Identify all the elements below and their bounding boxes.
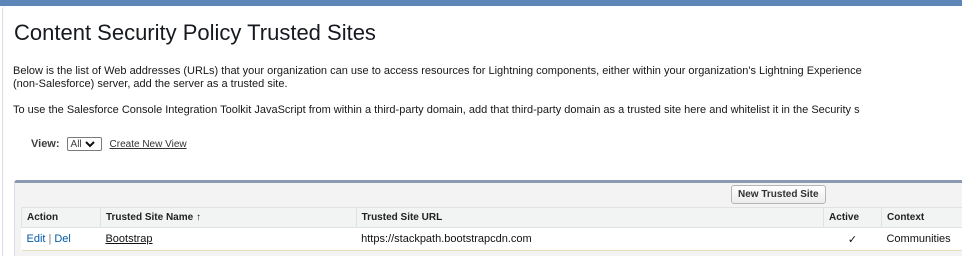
- row-actions: Edit | Del: [21, 227, 101, 251]
- intro-line-2: (non-Salesforce) server, add the server …: [13, 78, 288, 90]
- delete-link[interactable]: Del: [54, 233, 71, 245]
- column-header-action: Action: [21, 207, 101, 228]
- intro-paragraph: Below is the list of Web addresses (URLs…: [13, 65, 862, 91]
- context-cell: Communities: [881, 227, 962, 251]
- column-header-name[interactable]: Trusted Site Name ↑: [99, 207, 357, 228]
- page-title: Content Security Policy Trusted Sites: [14, 20, 376, 45]
- site-name-cell: Bootstrap: [100, 227, 357, 251]
- chevron-down-icon: [84, 139, 95, 149]
- column-header-url[interactable]: Trusted Site URL: [355, 207, 825, 228]
- active-checkmark-icon: ✓: [823, 227, 882, 251]
- intro-line-1: Below is the list of Web addresses (URLs…: [13, 65, 862, 77]
- table-header-row: Action Trusted Site Name ↑ Trusted Site …: [21, 207, 962, 228]
- view-label: View:: [31, 138, 60, 150]
- trusted-sites-table: Action Trusted Site Name ↑ Trusted Site …: [21, 207, 962, 251]
- table-row: Edit | Del Bootstrap https://stackpath.boo…: [21, 227, 962, 251]
- site-name-link[interactable]: Bootstrap: [105, 233, 152, 245]
- console-toolkit-paragraph: To use the Salesforce Console Integratio…: [13, 104, 860, 116]
- new-trusted-site-button[interactable]: New Trusted Site: [731, 185, 826, 204]
- site-url-cell: https://stackpath.bootstrapcdn.com: [356, 227, 824, 251]
- create-new-view-link[interactable]: Create New View: [110, 139, 187, 150]
- column-header-context[interactable]: Context: [880, 207, 962, 228]
- action-separator: |: [48, 233, 52, 245]
- view-select[interactable]: All: [66, 137, 102, 151]
- view-select-value: All: [70, 138, 82, 150]
- edit-link[interactable]: Edit: [27, 233, 46, 245]
- trusted-sites-list: New Trusted Site Action Trusted Site Nam…: [14, 180, 962, 256]
- column-header-active[interactable]: Active: [823, 207, 882, 228]
- view-filter: View: All Create New View: [31, 137, 187, 151]
